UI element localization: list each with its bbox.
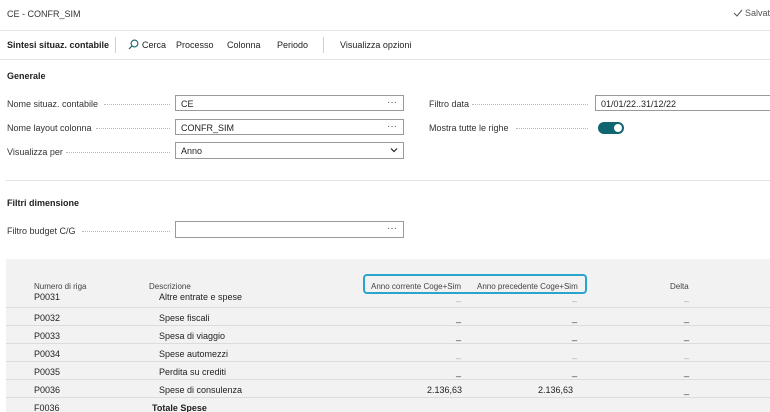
search-icon[interactable] xyxy=(128,39,139,50)
description-cell: Spese fiscali xyxy=(159,313,210,323)
saved-label: Salvat xyxy=(744,8,770,18)
current-year-cell: _ xyxy=(456,313,462,323)
divider xyxy=(0,30,770,31)
date-filter-field[interactable]: 01/01/22..31/12/22 xyxy=(595,95,770,111)
divider xyxy=(323,37,324,53)
checkmark-icon xyxy=(733,9,743,17)
view-by-value: Anno xyxy=(181,146,203,156)
layout-value: CONFR_SIM xyxy=(181,123,235,133)
layout-field[interactable]: CONFR_SIM ··· xyxy=(175,119,404,135)
description-cell: Totale Spese xyxy=(152,403,207,412)
row-number-cell: P0032 xyxy=(34,313,61,323)
layout-label: Nome layout colonna xyxy=(7,123,92,133)
table-row[interactable]: P0035 Perdita su crediti _ _ _ xyxy=(6,363,770,380)
previous-year-cell: _ xyxy=(572,292,578,302)
row-number-cell: P0034 xyxy=(34,349,61,359)
chevron-down-icon[interactable] xyxy=(390,146,398,154)
date-filter-label: Filtro data xyxy=(429,99,470,109)
sched-name-label: Nome situaz. contabile xyxy=(7,99,99,109)
current-year-cell: _ xyxy=(456,403,462,412)
dotted-leader xyxy=(82,231,170,232)
row-number-cell: P0033 xyxy=(34,331,61,341)
column-menu[interactable]: Colonna xyxy=(227,40,261,50)
title-bar: CE - CONFR_SIM Salvat xyxy=(0,0,770,28)
table-row[interactable]: P0034 Spese automezzi _ _ _ xyxy=(6,345,770,362)
row-number-cell: P0035 xyxy=(34,367,61,377)
delta-cell: _ xyxy=(684,331,690,341)
budget-filter-field[interactable]: ··· xyxy=(175,221,404,238)
header-description[interactable]: Descrizione xyxy=(149,282,191,291)
delta-cell: _ xyxy=(684,403,690,412)
search-button[interactable]: Cerca xyxy=(142,40,166,50)
dotted-leader xyxy=(516,128,588,129)
lookup-ellipsis-icon[interactable]: ··· xyxy=(387,97,397,108)
dotted-leader xyxy=(66,152,170,153)
sched-name-value: CE xyxy=(181,99,194,109)
show-all-lines-toggle[interactable] xyxy=(598,122,624,134)
lookup-ellipsis-icon[interactable]: ··· xyxy=(387,121,397,132)
divider xyxy=(115,37,116,53)
current-year-cell: _ xyxy=(456,331,462,341)
previous-year-cell: _ xyxy=(572,349,578,359)
table-row[interactable]: P0031 Altre entrate e spese _ _ _ xyxy=(6,291,770,308)
previous-year-cell: _ xyxy=(572,367,578,377)
view-by-select[interactable]: Anno xyxy=(175,142,404,159)
current-year-cell: 2.136,63 xyxy=(426,385,462,395)
toggle-knob xyxy=(614,124,622,132)
dimension-section-title[interactable]: Filtri dimensione xyxy=(7,198,79,208)
process-menu[interactable]: Processo xyxy=(176,40,214,50)
delta-cell: _ xyxy=(684,313,690,323)
dotted-leader xyxy=(96,128,170,129)
page-name-tab[interactable]: Sintesi situaz. contabile xyxy=(7,40,109,50)
divider xyxy=(6,180,770,181)
saved-indicator: Salvat xyxy=(733,8,770,18)
period-menu[interactable]: Periodo xyxy=(277,40,308,50)
description-cell: Spese automezzi xyxy=(159,349,229,359)
delta-cell: _ xyxy=(684,292,690,302)
general-section-title[interactable]: Generale xyxy=(7,71,46,81)
description-cell: Spese di consulenza xyxy=(159,385,243,395)
dotted-leader xyxy=(104,104,170,105)
table-row[interactable]: F0036 Totale Spese _ _ _ xyxy=(6,399,770,412)
table-row[interactable]: P0036 Spese di consulenza 2.136,63 2.136,63… xyxy=(6,381,770,398)
description-cell: Perdita su crediti xyxy=(159,367,227,377)
previous-year-cell: _ xyxy=(572,313,578,323)
show-options-button[interactable]: Visualizza opzioni xyxy=(340,40,411,50)
lookup-ellipsis-icon[interactable]: ··· xyxy=(387,223,397,234)
delta-cell: _ xyxy=(684,367,690,377)
delta-cell: _ xyxy=(684,385,690,395)
budget-filter-label: Filtro budget C/G xyxy=(7,226,76,236)
view-by-label: Visualizza per xyxy=(7,147,63,157)
table-row[interactable]: P0033 Spesa di viaggio _ _ _ xyxy=(6,327,770,344)
date-filter-value: 01/01/22..31/12/22 xyxy=(601,99,677,109)
action-bar: Sintesi situaz. contabile Cerca Processo… xyxy=(0,34,770,56)
header-delta[interactable]: Delta xyxy=(670,282,689,291)
row-number-cell: F0036 xyxy=(34,403,60,412)
table-row[interactable]: P0032 Spese fiscali _ _ _ xyxy=(6,309,770,326)
description-cell: Spesa di viaggio xyxy=(159,331,226,341)
description-cell: Altre entrate e spese xyxy=(159,292,243,302)
current-year-cell: _ xyxy=(456,367,462,377)
row-number-cell: P0036 xyxy=(34,385,61,395)
previous-year-cell: _ xyxy=(572,403,578,412)
previous-year-cell: 2.136,63 xyxy=(537,385,573,395)
row-number-cell: P0031 xyxy=(34,292,61,302)
divider xyxy=(0,59,770,60)
delta-cell: _ xyxy=(684,349,690,359)
window-title: CE - CONFR_SIM xyxy=(7,9,81,19)
current-year-cell: _ xyxy=(456,292,462,302)
header-row-no[interactable]: Numero di riga xyxy=(34,282,86,291)
current-year-cell: _ xyxy=(456,349,462,359)
dotted-leader xyxy=(472,104,588,105)
show-all-lines-label: Mostra tutte le righe xyxy=(429,123,509,133)
previous-year-cell: _ xyxy=(572,331,578,341)
sched-name-field[interactable]: CE ··· xyxy=(175,95,404,111)
